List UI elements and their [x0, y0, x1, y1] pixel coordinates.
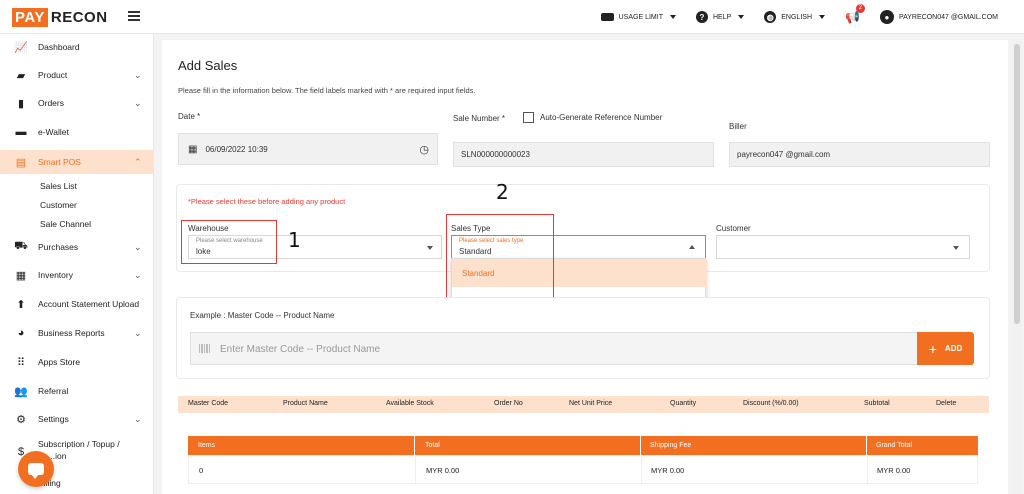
chat-button[interactable]: [18, 451, 54, 487]
box-icon: ▰: [16, 69, 26, 82]
pie-chart-icon: ◕: [17, 327, 25, 339]
chevron-up-icon: [689, 245, 695, 249]
totals-header: Items Total Shipping Fee Grand Total: [188, 436, 978, 455]
product-table-header: Master Code Product Name Available Stock…: [178, 396, 989, 413]
chevron-up-icon: ⌃: [134, 156, 142, 167]
upload-icon: ⬆: [16, 298, 26, 311]
totals-table: Items Total Shipping Fee Grand Total 0 M…: [188, 436, 978, 485]
avatar-icon: ●: [879, 10, 894, 24]
sidebar-item-product[interactable]: ▰ Product ⌄: [0, 65, 154, 85]
grid-icon: ⠿: [16, 356, 26, 369]
help-icon: ?: [695, 11, 708, 23]
chevron-down-icon: ⌄: [134, 269, 142, 280]
notifications-button[interactable]: 📢 2: [845, 4, 865, 24]
language-menu[interactable]: ◍ ENGLISH: [764, 11, 825, 23]
calendar-icon: ▦: [188, 143, 198, 155]
sale-number-label: Sale Number *: [453, 114, 506, 123]
page-title: Add Sales: [178, 58, 238, 73]
barcode-icon: [199, 344, 211, 353]
product-search-input[interactable]: Enter Master Code -- Product Name: [190, 332, 918, 365]
truck-icon: ⛟: [14, 240, 28, 252]
notification-badge: 2: [855, 4, 865, 13]
customer-select[interactable]: [716, 235, 970, 259]
biller-label: Biller: [729, 122, 747, 131]
chevron-down-icon: ⌄: [134, 327, 142, 338]
auto-generate-checkbox[interactable]: [523, 112, 534, 123]
selection-warning: *Please select these before adding any p…: [188, 197, 346, 206]
chevron-down-icon: ⌄: [134, 97, 142, 108]
customer-label: Customer: [716, 224, 751, 233]
sidebar-item-apps-store[interactable]: ⠿ Apps Store: [0, 352, 154, 372]
sidebar-item-inventory[interactable]: ▦ Inventory ⌄: [0, 265, 154, 285]
clock-icon: ◷: [419, 143, 429, 156]
user-menu[interactable]: ● PAYRECON047 @GMAIL.COM: [879, 10, 998, 24]
clipboard-icon: ▮: [17, 97, 25, 110]
sidebar-item-smart-pos[interactable]: ▤ Smart POS ⌃: [0, 150, 154, 174]
annotation-number-1: 1: [288, 228, 301, 252]
chevron-down-icon: [953, 246, 959, 250]
date-label: Date *: [178, 112, 201, 121]
usage-limit-menu[interactable]: USAGE LIMIT: [600, 13, 676, 21]
sidebar-item-business-reports[interactable]: ◕ Business Reports ⌄: [0, 323, 154, 343]
sidebar-item-ewallet[interactable]: ▬ e-Wallet: [0, 122, 154, 142]
sidebar-item-orders[interactable]: ▮ Orders ⌄: [0, 93, 154, 113]
sidebar-item-purchases[interactable]: ⛟ Purchases ⌄: [0, 237, 154, 257]
sidebar-item-settings[interactable]: ⚙ Settings ⌄: [0, 409, 154, 429]
payrecon-logo[interactable]: PAY RECON: [12, 8, 108, 27]
chevron-down-icon: [427, 246, 433, 250]
sale-number-input[interactable]: SLN000000000023: [453, 142, 714, 167]
globe-icon: ◍: [764, 11, 777, 23]
pos-icon: ▤: [15, 156, 27, 169]
plus-icon: +: [928, 340, 937, 357]
wallet-icon: ▬: [15, 126, 27, 138]
sidebar: 📈 Dashboard ▰ Product ⌄ ▮ Orders ⌄ ▬ e-W…: [0, 34, 154, 494]
auto-generate-label: Auto-Generate Reference Number: [540, 113, 663, 122]
help-menu[interactable]: ? HELP: [695, 11, 745, 23]
biller-input[interactable]: payrecon047 @gmail.com: [729, 142, 990, 167]
annotation-number-2: 2: [496, 180, 509, 204]
sidebar-item-referral[interactable]: 👥 Referral: [0, 381, 154, 401]
annotation-box-1: [181, 220, 277, 264]
chat-icon: [28, 463, 44, 479]
scrollbar[interactable]: [1012, 40, 1022, 494]
totals-row: 0 MYR 0.00 MYR 0.00 MYR 0.00: [188, 455, 978, 485]
sidebar-subitem-customer[interactable]: Customer: [40, 200, 77, 210]
sidebar-subitem-sale-channel[interactable]: Sale Channel: [40, 219, 91, 229]
chevron-down-icon: ⌄: [134, 69, 142, 80]
form-description: Please fill in the information below. Th…: [178, 86, 476, 95]
chevron-down-icon: ⌄: [134, 413, 142, 424]
users-icon: 👥: [14, 385, 28, 398]
sidebar-subitem-sales-list[interactable]: Sales List: [40, 181, 77, 191]
gear-icon: ⚙: [16, 413, 26, 426]
menu-toggle-icon[interactable]: [128, 11, 140, 21]
sidebar-item-account-statement-upload[interactable]: ⬆ Account Statement Upload: [0, 294, 154, 314]
server-icon: [600, 13, 614, 21]
chevron-down-icon: ⌄: [134, 241, 142, 252]
product-example-text: Example : Master Code -- Product Name: [190, 311, 335, 320]
top-bar: PAY RECON USAGE LIMIT ? HELP ◍ ENGLISH 📢…: [0, 0, 1024, 34]
date-input[interactable]: ▦ 06/09/2022 10:39 ◷: [178, 133, 438, 165]
chart-line-icon: 📈: [14, 41, 28, 54]
warehouse-icon: ▦: [15, 269, 27, 282]
sidebar-item-dashboard[interactable]: 📈 Dashboard: [0, 37, 154, 57]
add-product-button[interactable]: + ADD: [917, 332, 974, 365]
